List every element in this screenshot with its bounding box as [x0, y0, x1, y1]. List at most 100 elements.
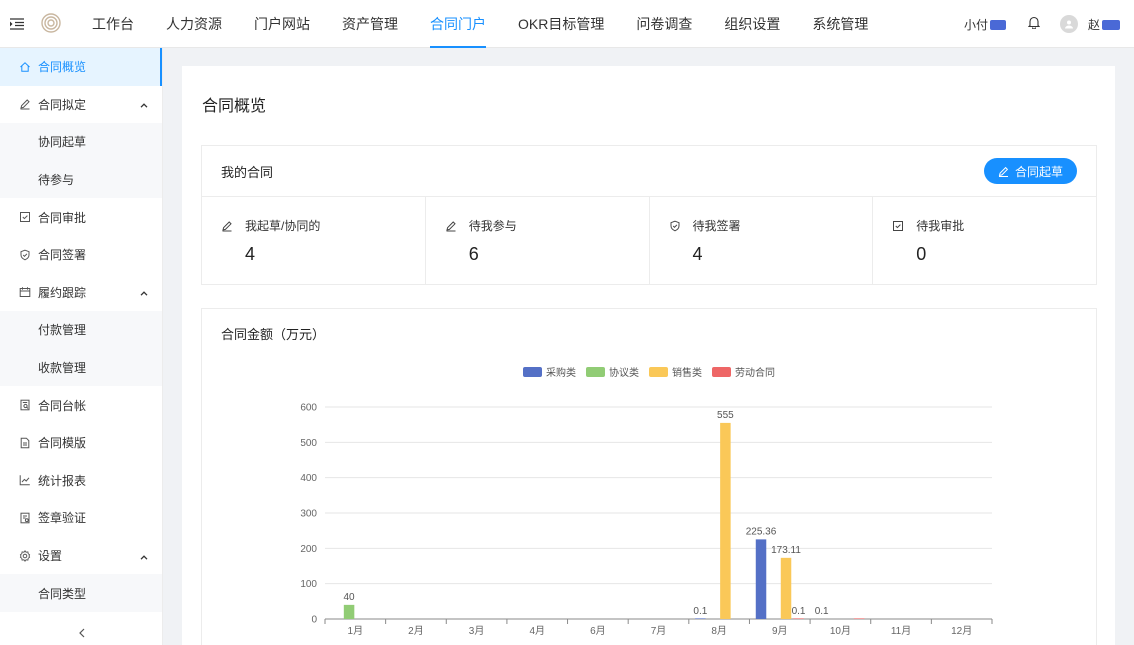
sidebar-item-4[interactable]: 履约跟踪 — [0, 274, 162, 312]
bar — [695, 618, 706, 619]
masked-text — [989, 20, 1006, 31]
shield-icon — [669, 220, 681, 232]
stat-value: 4 — [245, 244, 256, 264]
chevron-up-icon — [140, 549, 148, 563]
sidebar-item-6[interactable]: 合同模版 — [0, 424, 162, 462]
avatar[interactable] — [1059, 15, 1078, 33]
edit-icon — [221, 220, 233, 232]
draft-contract-label: 合同起草 — [1014, 164, 1063, 179]
x-tick-label: 9月 — [772, 625, 788, 637]
nav-item-5[interactable]: OKR目标管理 — [502, 0, 620, 48]
edit-icon — [19, 98, 31, 110]
nav-item-3[interactable]: 资产管理 — [326, 0, 414, 48]
top-right-area: 小付 赵 — [964, 0, 1120, 48]
data-label: 555 — [717, 410, 734, 421]
x-tick-label: 10月 — [830, 625, 851, 637]
line-chart-icon — [19, 474, 31, 486]
sidebar-item-7[interactable]: 统计报表 — [0, 462, 162, 500]
stat-tile[interactable]: 待我审批 0 — [873, 197, 1096, 285]
data-label: 40 — [344, 592, 356, 603]
main-nav: 工作台 人力资源 门户网站 资产管理 合同门户 OKR目标管理 问卷调查 组织设置 系统管理 — [76, 0, 884, 48]
data-label: 0.1 — [792, 606, 806, 617]
nav-item-7[interactable]: 组织设置 — [708, 0, 796, 48]
sidebar-item-9[interactable]: 设置 — [0, 537, 162, 575]
stat-label-row: 我起草/协同的 — [221, 217, 425, 234]
sidebar-item-label: 履约跟踪 — [38, 285, 87, 300]
user-name: 赵 — [1087, 17, 1100, 32]
sidebar-subitem[interactable]: 合同类型 — [0, 574, 162, 612]
sidebar-item-0[interactable]: 合同概览 — [0, 48, 162, 86]
sidebar-item-label: 合同拟定 — [38, 97, 87, 112]
sidebar-item-1[interactable]: 合同拟定 — [0, 86, 162, 124]
sidebar-subitem[interactable]: 待参与 — [0, 160, 162, 199]
stat-label: 待我参与 — [468, 219, 517, 233]
sidebar-item-3[interactable]: 合同签署 — [0, 236, 162, 274]
y-tick-label: 200 — [300, 544, 317, 555]
sidebar-subitem[interactable]: 付款管理 — [0, 311, 162, 349]
y-tick-label: 300 — [300, 509, 317, 520]
sidebar-item-label: 设置 — [38, 549, 63, 564]
calendar-icon — [19, 286, 31, 298]
stat-value: 0 — [916, 244, 927, 264]
data-label: 0.1 — [693, 606, 707, 617]
sidebar-item-label: 合同台帐 — [38, 398, 87, 413]
contract-amount-chart: 0 100 200 300 400 500 600 1月 2月 3月 4月 6月 7月 8月 9月 10月 11… — [300, 403, 993, 637]
user-menu[interactable]: 赵 — [1088, 16, 1120, 33]
menu-toggle-icon[interactable] — [0, 0, 34, 48]
sidebar-subitem[interactable]: 协同起草 — [0, 123, 162, 161]
y-tick-label: 100 — [300, 579, 317, 590]
chevron-left-icon[interactable] — [0, 621, 163, 645]
sidebar-item-label: 合同模版 — [38, 436, 87, 451]
sidebar-subitem[interactable]: 收款管理 — [0, 348, 162, 387]
contract-stats: 我起草/协同的 4 待我参与 6 待我签署 4 待我审批 0 — [202, 197, 1096, 285]
stat-label: 待我审批 — [916, 219, 965, 233]
sidebar-item-label: 合同审批 — [38, 210, 87, 225]
contract-amount-card: 合同金额（万元） 采购类 协议类 销售类 劳动合同 0 100 200 300 400 500 6… — [201, 308, 1097, 645]
home-icon — [19, 61, 31, 73]
stat-label-row: 待我审批 — [892, 217, 1096, 234]
data-label: 0.1 — [815, 606, 829, 617]
stat-tile[interactable]: 待我参与 6 — [426, 197, 650, 285]
my-contracts-title: 我的合同 — [221, 164, 274, 180]
stamp-verify-icon — [19, 512, 31, 524]
nav-item-1[interactable]: 人力资源 — [150, 0, 238, 48]
page-title: 合同概览 — [202, 98, 267, 115]
y-tick-label: 600 — [300, 403, 317, 414]
document-icon — [19, 437, 31, 449]
sidebar-item-label: 签章验证 — [38, 511, 87, 526]
nav-item-2[interactable]: 门户网站 — [238, 0, 326, 48]
bell-icon[interactable] — [1027, 16, 1041, 32]
nav-item-0[interactable]: 工作台 — [76, 0, 150, 48]
gear-icon — [19, 549, 31, 562]
x-tick-label: 11月 — [891, 625, 911, 637]
y-tick-label: 500 — [300, 438, 317, 449]
x-tick-label: 12月 — [951, 625, 972, 637]
x-tick-label: 2月 — [408, 625, 424, 637]
nav-item-8[interactable]: 系统管理 — [796, 0, 884, 48]
bar — [780, 557, 792, 619]
app-logo-icon[interactable] — [40, 12, 64, 36]
stat-tile[interactable]: 待我签署 4 — [650, 197, 874, 285]
sidebar-item-2[interactable]: 合同审批 — [0, 198, 162, 236]
draft-contract-button[interactable]: 合同起草 — [983, 158, 1077, 184]
bar — [720, 422, 731, 619]
y-tick-label: 400 — [300, 473, 317, 484]
stat-label: 待我签署 — [692, 219, 741, 233]
sidebar-item-label: 合同签署 — [38, 248, 87, 263]
x-tick-label: 7月 — [651, 625, 667, 637]
chevron-up-icon — [140, 285, 148, 299]
edit-icon — [445, 220, 457, 232]
stat-tile[interactable]: 我起草/协同的 4 — [202, 197, 426, 285]
nav-item-4[interactable]: 合同门户 — [414, 0, 502, 48]
sidebar-item-8[interactable]: 签章验证 — [0, 499, 162, 537]
main-content: 合同概览 我的合同 合同起草 我起草/协同的 4 待我参与 6 待我签署 4 待我审批 0 合… — [182, 66, 1115, 645]
my-contracts-header: 我的合同 合同起草 — [202, 146, 1096, 197]
chevron-up-icon — [140, 97, 148, 111]
nav-item-6[interactable]: 问卷调查 — [620, 0, 708, 48]
bar — [853, 618, 865, 619]
org-name: 小付 — [963, 17, 988, 32]
org-switcher[interactable]: 小付 — [964, 16, 1006, 33]
sidebar-item-5[interactable]: 合同台帐 — [0, 386, 162, 424]
x-tick-label: 6月 — [590, 625, 606, 637]
top-navbar: 工作台 人力资源 门户网站 资产管理 合同门户 OKR目标管理 问卷调查 组织设置 系统管理 小… — [0, 0, 1134, 48]
